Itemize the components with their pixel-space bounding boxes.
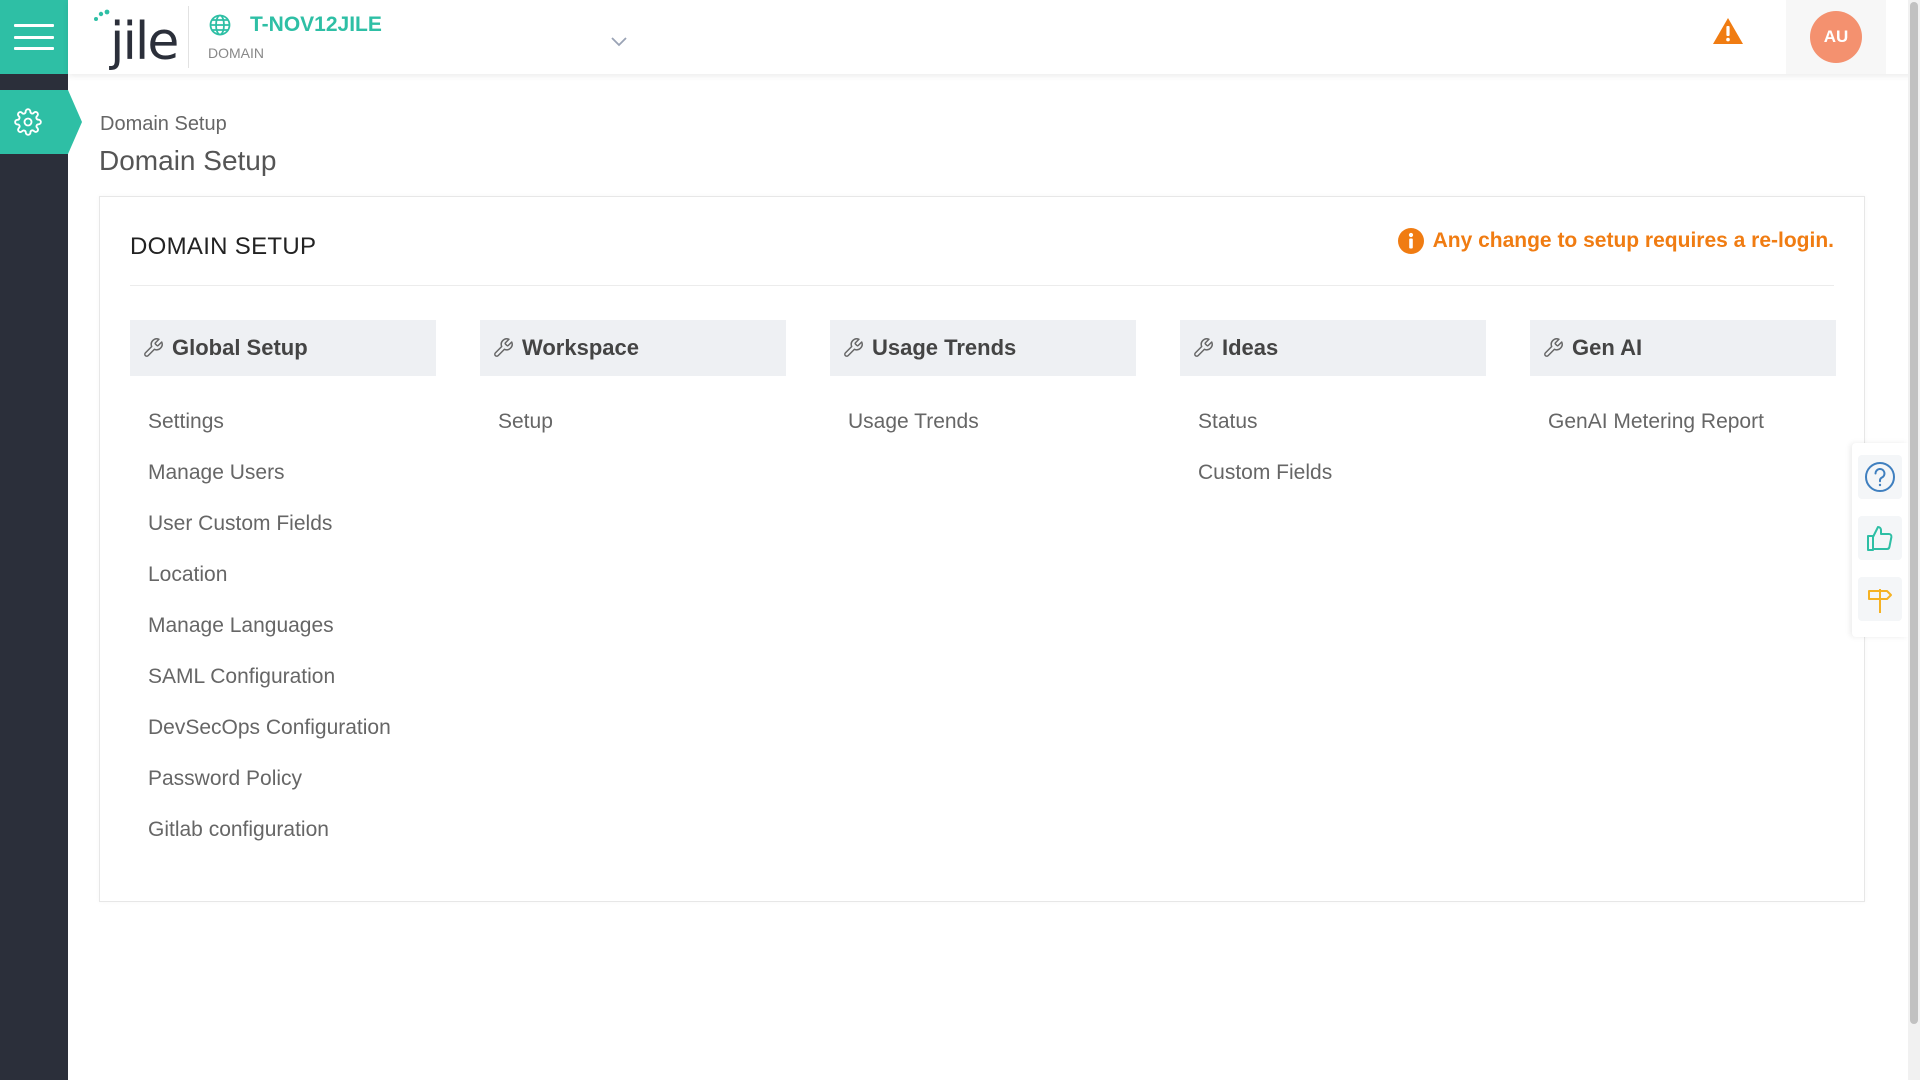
globe-icon [209,14,231,36]
section-title: Gen AI [1572,335,1643,360]
section-global-setup: Global Setup Settings Manage Users User … [130,320,436,855]
section-title: Workspace [522,335,639,360]
top-header: jile T-NOV12JILE DOMAIN AU [68,0,1920,74]
chevron-down-icon [611,37,627,47]
question-circle-icon [1865,462,1895,492]
wrench-icon [144,338,163,357]
warning-triangle-icon[interactable] [1712,16,1744,46]
section-header: Usage Trends [830,320,1136,376]
thumbs-up-icon [1867,526,1893,551]
section-header: Global Setup [130,320,436,376]
section-title: Usage Trends [872,335,1017,360]
nav-item-domain-setup[interactable] [0,90,82,154]
section-ideas: Ideas Status Custom Fields [1180,320,1486,498]
signpost-icon [1868,589,1892,613]
link-user-custom-fields[interactable]: User Custom Fields [130,498,436,549]
link-manage-languages[interactable]: Manage Languages [130,600,436,651]
section-links: Settings Manage Users User Custom Fields… [130,396,436,855]
section-usage-trends: Usage Trends Usage Trends [830,320,1136,447]
domain-selector[interactable]: T-NOV12JILE DOMAIN [208,8,628,66]
card-title: DOMAIN SETUP [130,233,317,260]
link-settings[interactable]: Settings [130,396,436,447]
wrench-icon [844,338,863,357]
header-divider [188,6,189,68]
page-scrollbar[interactable] [1908,0,1920,1080]
info-circle-icon [1397,228,1424,254]
link-password-policy[interactable]: Password Policy [130,753,436,804]
breadcrumb[interactable]: Domain Setup [100,113,227,136]
link-custom-fields[interactable]: Custom Fields [1180,447,1486,498]
help-button[interactable] [1858,455,1902,499]
card-divider [130,285,1834,286]
section-header: Ideas [1180,320,1486,376]
logo-wordmark: jile [110,12,179,72]
relogin-notice-text: Any change to setup requires a re-login. [1432,229,1834,252]
left-nav-rail [0,0,68,1080]
wrench-icon [1194,338,1213,357]
link-status[interactable]: Status [1180,396,1486,447]
section-links: Setup [480,396,786,447]
link-workspace-setup[interactable]: Setup [480,396,786,447]
wrench-icon [494,338,513,357]
feedback-button[interactable] [1858,516,1902,560]
section-title: Global Setup [172,335,308,360]
hamburger-menu-icon [14,24,54,50]
link-manage-users[interactable]: Manage Users [130,447,436,498]
section-gen-ai: Gen AI GenAI Metering Report [1530,320,1836,447]
domain-name: T-NOV12JILE [250,13,382,36]
section-workspace: Workspace Setup [480,320,786,447]
section-links: Usage Trends [830,396,1136,447]
user-menu: AU [1786,0,1886,74]
link-usage-trends[interactable]: Usage Trends [830,396,1136,447]
user-avatar[interactable]: AU [1810,11,1862,63]
section-links: GenAI Metering Report [1530,396,1836,447]
section-links: Status Custom Fields [1180,396,1486,498]
page-title: Domain Setup [99,145,277,176]
scrollbar-thumb[interactable] [1910,2,1918,1024]
link-devsecops-configuration[interactable]: DevSecOps Configuration [130,702,436,753]
domain-type-label: DOMAIN [208,45,264,61]
link-location[interactable]: Location [130,549,436,600]
relogin-notice: Any change to setup requires a re-login. [1397,227,1834,255]
domain-setup-card: DOMAIN SETUP Any change to setup require… [99,196,1865,902]
roadmap-button[interactable] [1858,577,1902,621]
jile-logo[interactable]: jile [88,6,179,72]
section-title: Ideas [1222,335,1279,360]
gear-icon [14,108,42,136]
floating-help-toolbar [1852,443,1908,637]
section-header: Gen AI [1530,320,1836,376]
wrench-icon [1544,338,1563,357]
link-genai-metering-report[interactable]: GenAI Metering Report [1530,396,1836,447]
section-header: Workspace [480,320,786,376]
link-gitlab-configuration[interactable]: Gitlab configuration [130,804,436,855]
link-saml-configuration[interactable]: SAML Configuration [130,651,436,702]
hamburger-menu-button[interactable] [0,0,68,74]
